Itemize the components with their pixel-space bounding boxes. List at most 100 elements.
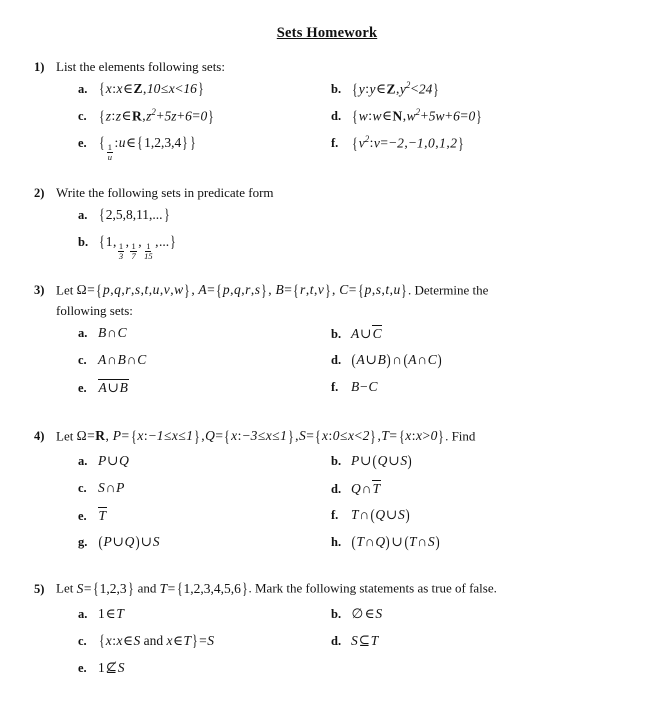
question-5-item-e: e. 1⊈S [78, 659, 331, 686]
item-label: e. [78, 509, 87, 524]
question-1-items: a. {x:x∈Z,10≤x<16} b. {y:y∈Z,y2<24} c. {… [0, 80, 654, 162]
item-math-2b: {1, 1 3, 1 7, 1 15,...} [99, 233, 176, 261]
item-label: a. [78, 81, 88, 96]
item-math-5b: ∅∈S [351, 605, 383, 621]
question-4-tail: . Find [445, 428, 476, 444]
question-1-heading: 1) List the elements following sets: [0, 58, 654, 76]
question-3-tail: . Determine the [407, 282, 489, 298]
item-label: e. [78, 380, 87, 395]
let-word: Let [56, 580, 77, 596]
question-3-prompt: Let Ω={p,q,r,s,t,u,v,w}, A={p,q,r,s}, B=… [56, 282, 489, 300]
item-label: d. [331, 482, 342, 497]
question-1-item-e: e. {1 u:u∈{1,2,3,4}} [78, 134, 331, 162]
question-4-item-e: e. T [78, 506, 331, 533]
question-2-prompt: Write the following sets in predicate fo… [56, 184, 274, 200]
question-4-prompt: Let Ω=R, P={x:−1≤x≤1} ,Q={x:−3≤x≤1} ,S={x:… [56, 428, 476, 446]
question-3-item-f: f. B−C [331, 378, 654, 405]
item-label: d. [331, 352, 342, 367]
item-math-3b: A∪C [351, 324, 383, 341]
question-3-item-c: c. A∩B∩C [78, 351, 331, 378]
item-label: f. [331, 136, 339, 151]
item-math-4a: P∪Q [98, 453, 130, 469]
page-title: Sets Homework [276, 25, 378, 41]
let-word: Let [56, 428, 77, 444]
question-1-number: 1) [34, 60, 45, 74]
item-label: b. [331, 326, 342, 341]
question-5-item-a: a. 1∈T [78, 605, 331, 632]
question-5-item-b: b. ∅∈S [331, 605, 654, 632]
question-5-tail: . Mark the following statements as true … [248, 580, 497, 596]
item-label: b. [331, 606, 342, 621]
question-3-item-e: e. A∪B [78, 378, 331, 405]
item-math-1d: {w:w∈N,w2+5w+6=0} [352, 106, 482, 126]
question-2-item-a: a. {2,5,8,11,...} [78, 206, 654, 233]
item-math-5a: 1∈T [98, 605, 125, 621]
question-3: 3) Let Ω={p,q,r,s,t,u,v,w}, A={p,q,r,s},… [0, 281, 654, 405]
item-math-1a: {x:x∈Z,10≤x<16} [99, 80, 204, 99]
item-math-4h: (T∩Q)∪(T∩S) [351, 534, 440, 552]
question-5-item-c: c. {x:x∈S and x∈T} =S [78, 632, 331, 659]
question-1-item-f: f. {v2:v=−2,−1,0,1,2} [331, 134, 654, 162]
question-2-item-b: b. {1, 1 3, 1 7, 1 15,...} [78, 233, 654, 261]
item-label: b. [78, 234, 89, 249]
item-math-1e: {1 u:u∈{1,2,3,4}} [99, 134, 196, 163]
item-label: b. [331, 454, 342, 469]
question-5-prompt: Let S={1,2,3} and T={1,2,3,4,5,6}. Mark … [56, 580, 497, 599]
item-math-4b: P∪(Q∪S) [351, 453, 413, 471]
question-1-item-c: c. {z:z∈R,z2+5z+6=0} [78, 107, 331, 134]
item-label: a. [78, 606, 88, 621]
item-math-4f: T∩(Q∪S) [351, 507, 411, 525]
item-label: h. [331, 535, 342, 550]
question-4-item-c: c. S∩P [78, 479, 331, 506]
and-word: and [134, 580, 160, 596]
item-math-5c: {x:x∈S and x∈T} =S [99, 632, 215, 651]
question-4-number: 4) [34, 429, 45, 444]
question-2-items: a. {2,5,8,11,...} b. {1, 1 3, 1 7, 1 15,...} [0, 206, 654, 261]
item-label: a. [78, 207, 88, 222]
item-math-5d: S⊆T [351, 632, 379, 648]
question-4-items: a. P∪Q b. P∪(Q∪S) c. S∩P d. Q∩T e. T f. [0, 452, 654, 560]
question-1-item-a: a. {x:x∈Z,10≤x<16} [78, 80, 331, 107]
item-math-4c: S∩P [98, 480, 125, 496]
question-2-heading: 2) Write the following sets in predicate… [0, 184, 654, 202]
item-label: g. [78, 535, 88, 550]
item-label: c. [78, 633, 87, 648]
item-label: f. [331, 508, 339, 523]
item-label: a. [78, 454, 88, 469]
question-3-item-d: d. (A∪B)∩(A∩C) [331, 351, 654, 378]
item-math-1b: {y:y∈Z,y2<24} [352, 79, 440, 99]
item-label: e. [78, 660, 87, 675]
question-4-item-h: h. (T∩Q)∪(T∩S) [331, 533, 654, 560]
question-4: 4) Let Ω=R, P={x:−1≤x≤1} ,Q={x:−3≤x≤1} ,S=… [0, 427, 654, 561]
item-math-3d: (A∪B)∩(A∩C) [351, 351, 443, 369]
item-label: c. [78, 352, 87, 367]
item-math-2a: {2,5,8,11,...} [99, 206, 170, 224]
question-3-number: 3) [34, 283, 45, 298]
question-1-item-d: d. {w:w∈N,w2+5w+6=0} [331, 107, 654, 134]
item-label: e. [78, 135, 87, 150]
item-label: d. [331, 633, 342, 648]
question-4-item-a: a. P∪Q [78, 452, 331, 479]
item-math-4d: Q∩T [351, 480, 381, 497]
question-3-continuation: following sets: [56, 303, 133, 319]
item-label: d. [331, 109, 342, 124]
item-math-5e: 1⊈S [98, 659, 125, 675]
item-math-3e: A∪B [98, 378, 129, 395]
question-5-item-d: d. S⊆T [331, 632, 654, 659]
question-2-number: 2) [34, 185, 45, 200]
question-4-item-b: b. P∪(Q∪S) [331, 452, 654, 479]
question-3-items: a. B∩C b. A∪C c. A∩B∩C d. (A∪B)∩(A∩C) e.… [0, 324, 654, 405]
item-math-3f: B−C [351, 378, 378, 394]
question-3-heading: 3) Let Ω={p,q,r,s,t,u,v,w}, A={p,q,r,s},… [0, 281, 654, 303]
question-4-item-f: f. T∩(Q∪S) [331, 506, 654, 533]
question-2: 2) Write the following sets in predicate… [0, 184, 654, 261]
item-label: c. [78, 481, 87, 496]
item-label: a. [78, 325, 88, 340]
question-5-number: 5) [34, 581, 45, 596]
question-1-prompt: List the elements following sets: [56, 59, 225, 74]
item-math-1c: {z:z∈R,z2+5z+6=0} [99, 106, 214, 126]
item-math-4e: T [98, 507, 107, 524]
question-4-item-g: g. (P∪Q)∪S [78, 533, 331, 560]
question-5-items: a. 1∈T b. ∅∈S c. {x:x∈S and x∈T} =S d. S⊆… [0, 605, 654, 686]
item-math-1f: {v2:v=−2,−1,0,1,2} [352, 133, 464, 153]
